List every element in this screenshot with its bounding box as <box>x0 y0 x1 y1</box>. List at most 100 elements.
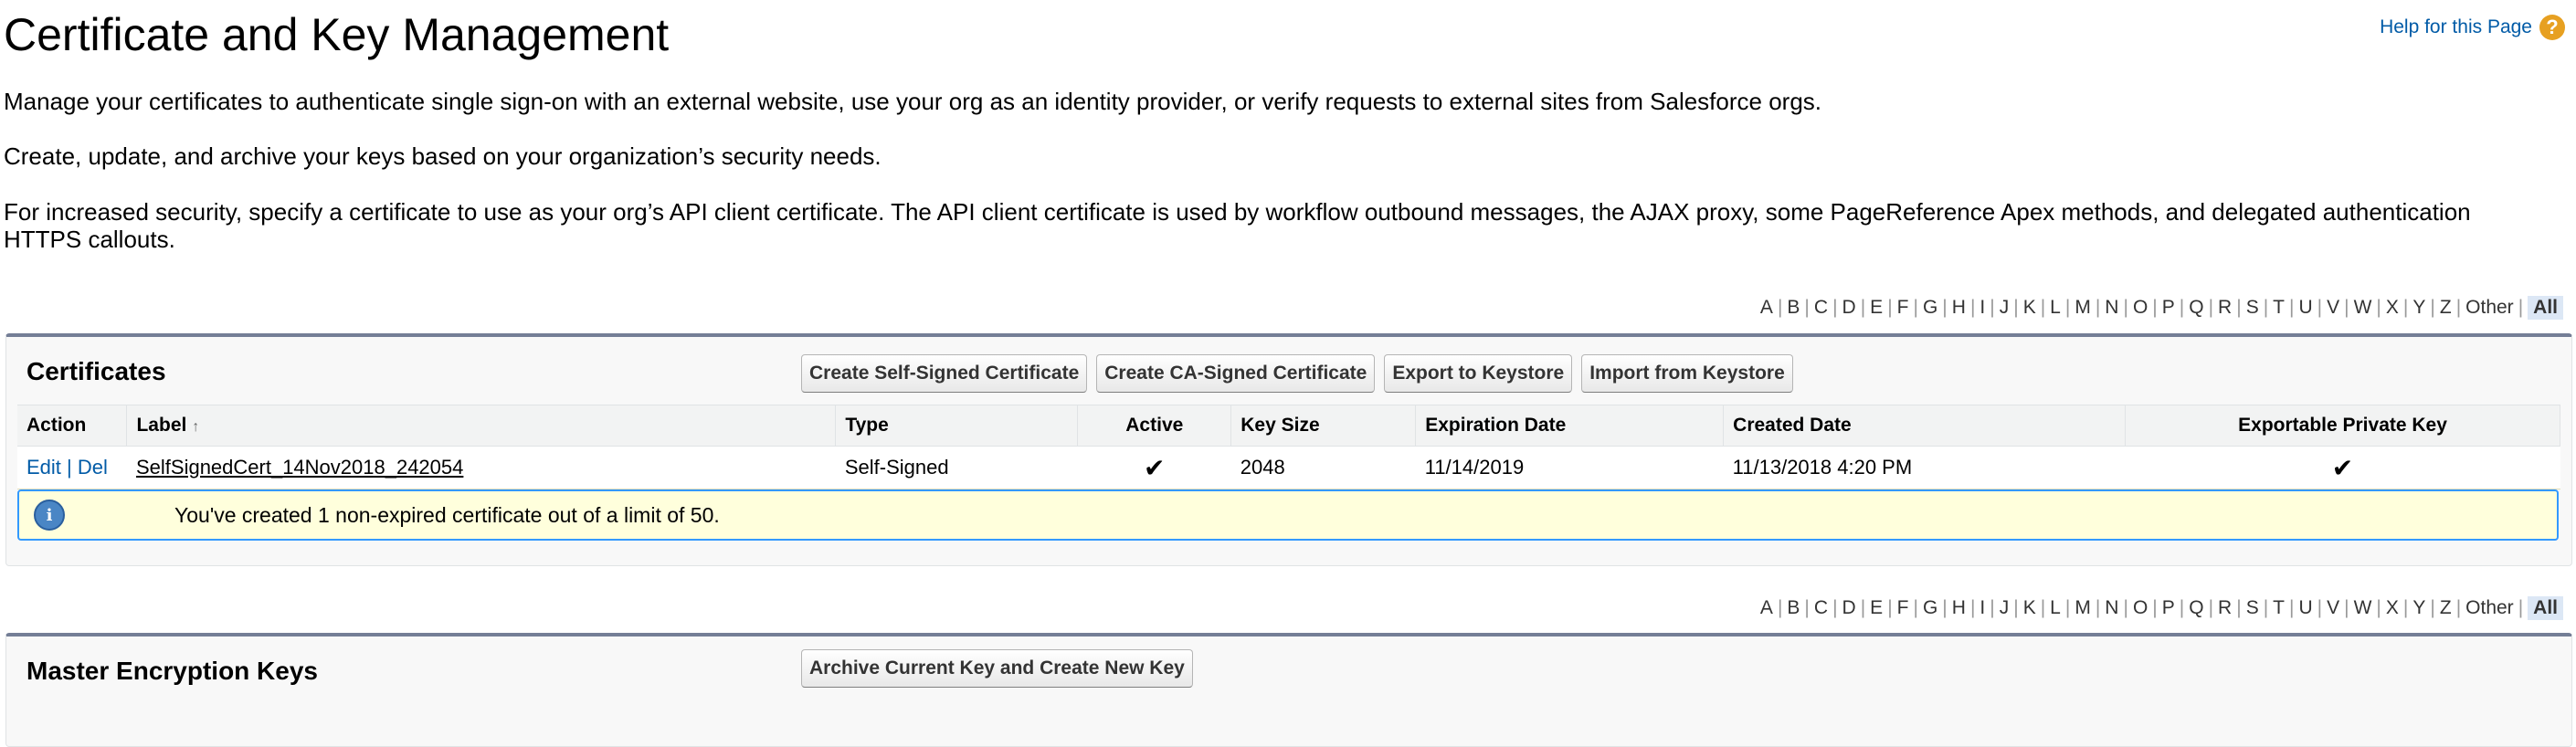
column-header-expiration-date[interactable]: Expiration Date <box>1415 405 1725 447</box>
import-from-keystore-button[interactable]: Import from Keystore <box>1581 354 1793 393</box>
certificate-limit-message: You've created 1 non-expired certificate… <box>174 502 720 527</box>
help-icon[interactable]: ? <box>2539 15 2565 40</box>
certificates-alpha-filter-all[interactable]: All <box>2528 296 2563 320</box>
master-keys-alpha-filter-w[interactable]: W <box>2354 597 2372 619</box>
certificates-title: Certificates <box>26 357 166 385</box>
master-keys-alpha-filter-d[interactable]: D <box>1842 597 1856 619</box>
certificates-alpha-filter-o[interactable]: O <box>2133 297 2148 319</box>
master-keys-alpha-filter-v[interactable]: V <box>2327 597 2339 619</box>
created-date-cell: 11/13/2018 4:20 PM <box>1723 446 2126 489</box>
alpha-separator: | <box>2518 597 2524 618</box>
column-header-label[interactable]: Label ↑ <box>126 405 837 447</box>
certificates-alpha-filter-j[interactable]: J <box>2000 297 2010 319</box>
alpha-separator: | <box>1887 597 1893 618</box>
alpha-separator: | <box>1804 297 1810 318</box>
certificates-alpha-filter-r[interactable]: R <box>2218 297 2232 319</box>
master-keys-alpha-filter-o[interactable]: O <box>2133 597 2148 619</box>
action-separator: | <box>67 456 72 479</box>
certificates-alpha-filter-t[interactable]: T <box>2273 297 2285 319</box>
master-keys-alpha-filter-e[interactable]: E <box>1870 597 1883 619</box>
alpha-separator: | <box>2430 297 2435 318</box>
create-self-signed-certificate-button[interactable]: Create Self-Signed Certificate <box>801 354 1088 393</box>
alpha-separator: | <box>2430 597 2435 618</box>
certificates-alpha-filter-a[interactable]: A <box>1760 297 1773 319</box>
master-keys-alpha-filter-c[interactable]: C <box>1814 597 1828 619</box>
edit-link[interactable]: Edit <box>26 456 61 479</box>
certificates-alpha-filter-x[interactable]: X <box>2386 297 2399 319</box>
certificates-alpha-filter-q[interactable]: Q <box>2189 297 2203 319</box>
certificates-alpha-filter-n[interactable]: N <box>2105 297 2118 319</box>
certificates-alpha-filter-k[interactable]: K <box>2023 297 2036 319</box>
alpha-separator: | <box>2289 597 2295 618</box>
delete-link[interactable]: Del <box>78 456 108 479</box>
master-keys-alpha-filter-q[interactable]: Q <box>2189 597 2203 619</box>
certificates-alpha-filter-h[interactable]: H <box>1952 297 1966 319</box>
certificates-alpha-filter-w[interactable]: W <box>2354 297 2372 319</box>
certificates-button-bar: Create Self-Signed Certificate Create CA… <box>801 354 1793 393</box>
master-keys-alpha-filter-g[interactable]: G <box>1923 597 1937 619</box>
certificates-alpha-filter-e[interactable]: E <box>1870 297 1883 319</box>
master-keys-alpha-filter-h[interactable]: H <box>1952 597 1966 619</box>
alpha-separator: | <box>1969 597 1976 618</box>
alpha-separator: | <box>2013 597 2019 618</box>
column-header-active[interactable]: Active <box>1077 405 1232 447</box>
master-keys-alpha-filter-all[interactable]: All <box>2528 596 2563 620</box>
archive-current-key-button[interactable]: Archive Current Key and Create New Key <box>801 649 1193 688</box>
master-keys-alpha-filter-l[interactable]: L <box>2050 597 2061 619</box>
certificates-alpha-filter-f[interactable]: F <box>1897 297 1909 319</box>
certificates-alpha-filter-i[interactable]: I <box>1980 297 1985 319</box>
column-header-key-size[interactable]: Key Size <box>1230 405 1417 447</box>
master-keys-alpha-filter-y[interactable]: Y <box>2412 597 2425 619</box>
certificates-alpha-filter-b[interactable]: B <box>1787 297 1800 319</box>
master-keys-alpha-filter-t[interactable]: T <box>2273 597 2285 619</box>
column-header-exportable-private-key[interactable]: Exportable Private Key <box>2125 405 2560 447</box>
alpha-separator: | <box>2064 597 2071 618</box>
help-link[interactable]: Help for this Page <box>2380 16 2532 38</box>
export-to-keystore-button[interactable]: Export to Keystore <box>1384 354 1573 393</box>
exportable-check-icon: ✔ <box>2331 453 2354 482</box>
alpha-separator: | <box>1969 297 1976 318</box>
certificates-table: Action Label ↑ Type Active Key Size Expi… <box>17 405 2560 489</box>
certificates-alpha-filter-y[interactable]: Y <box>2412 297 2425 319</box>
alpha-separator: | <box>2208 297 2214 318</box>
master-keys-alpha-filter-f[interactable]: F <box>1897 597 1909 619</box>
certificates-alpha-filter-d[interactable]: D <box>1842 297 1856 319</box>
certificates-alpha-filter-g[interactable]: G <box>1923 297 1937 319</box>
master-keys-alpha-filter-j[interactable]: J <box>2000 597 2010 619</box>
intro-paragraph-2: Create, update, and archive your keys ba… <box>4 142 882 170</box>
certificates-alpha-filter-l[interactable]: L <box>2050 297 2061 319</box>
master-keys-alpha-filter-m[interactable]: M <box>2075 597 2091 619</box>
certificates-alpha-filter-m[interactable]: M <box>2075 297 2091 319</box>
master-keys-button-bar: Archive Current Key and Create New Key <box>801 649 1193 688</box>
master-keys-alpha-filter-other[interactable]: Other <box>2465 597 2514 619</box>
master-keys-alpha-filter-z[interactable]: Z <box>2440 597 2452 619</box>
master-keys-alpha-filter-n[interactable]: N <box>2105 597 2118 619</box>
certificates-alpha-filter-u[interactable]: U <box>2298 297 2312 319</box>
master-keys-alpha-filter-i[interactable]: I <box>1980 597 1985 619</box>
certificates-alpha-filter-v[interactable]: V <box>2327 297 2339 319</box>
alpha-separator: | <box>2402 597 2409 618</box>
column-header-type[interactable]: Type <box>835 405 1079 447</box>
master-keys-alpha-filter-p[interactable]: P <box>2162 597 2175 619</box>
master-keys-alpha-filter-u[interactable]: U <box>2298 597 2312 619</box>
master-keys-alpha-filter-k[interactable]: K <box>2023 597 2036 619</box>
master-keys-alpha-filter-b[interactable]: B <box>1787 597 1800 619</box>
expiration-date-cell: 11/14/2019 <box>1415 446 1724 489</box>
master-keys-alpha-filter-a[interactable]: A <box>1760 597 1773 619</box>
certificates-alpha-filter-c[interactable]: C <box>1814 297 1828 319</box>
create-ca-signed-certificate-button[interactable]: Create CA-Signed Certificate <box>1096 354 1376 393</box>
certificates-panel: Certificates Create Self-Signed Certific… <box>5 333 2572 566</box>
column-header-created-date[interactable]: Created Date <box>1723 405 2127 447</box>
info-icon: i <box>34 500 65 531</box>
certificates-alpha-filter-p[interactable]: P <box>2162 297 2175 319</box>
alpha-separator: | <box>2455 297 2462 318</box>
master-keys-alpha-filter-r[interactable]: R <box>2218 597 2232 619</box>
certificate-label-link[interactable]: SelfSignedCert_14Nov2018_242054 <box>136 456 463 479</box>
master-keys-alpha-filter-x[interactable]: X <box>2386 597 2399 619</box>
help-link-container[interactable]: Help for this Page ? <box>2380 15 2565 40</box>
certificates-alpha-filter-other[interactable]: Other <box>2465 297 2514 319</box>
master-encryption-keys-title: Master Encryption Keys <box>26 657 318 685</box>
master-keys-alpha-filter-s[interactable]: S <box>2246 597 2259 619</box>
certificates-alpha-filter-z[interactable]: Z <box>2440 297 2452 319</box>
certificates-alpha-filter-s[interactable]: S <box>2246 297 2259 319</box>
